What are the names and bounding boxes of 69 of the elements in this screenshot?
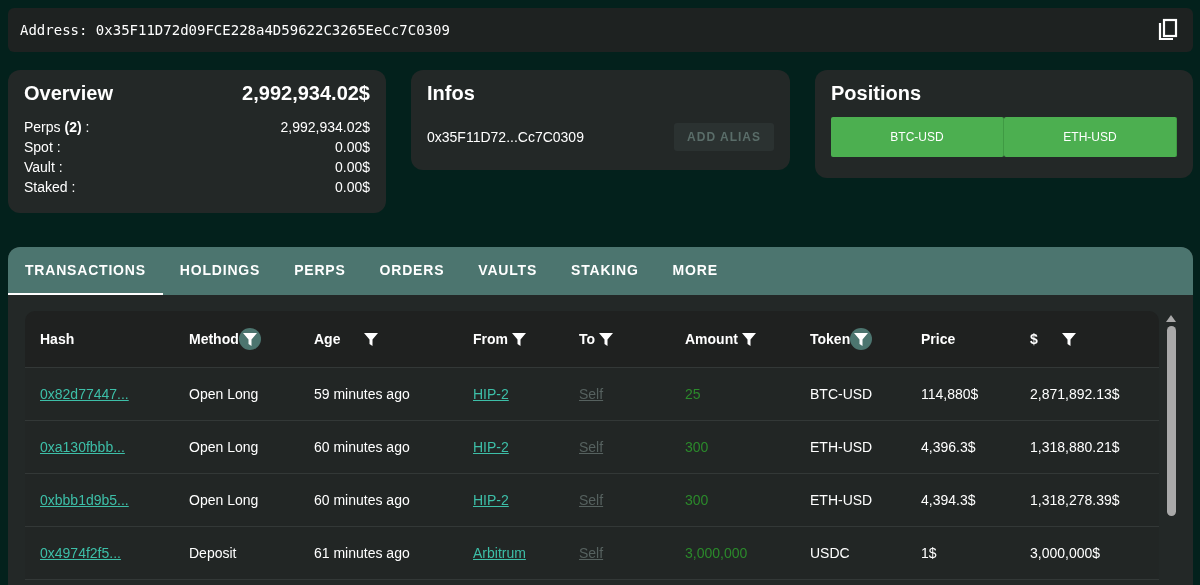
hash-link[interactable]: 0xa130fbbb... <box>40 439 125 455</box>
balance-value: 2,992,934.02$ <box>280 118 370 137</box>
amount-text: 300 <box>685 439 709 455</box>
usd-value-text: 1,318,278.39$ <box>1030 492 1120 508</box>
balance-value: 0.00$ <box>334 138 370 157</box>
position-button[interactable]: BTC-USD <box>831 117 1004 157</box>
column-header: Price <box>921 331 956 347</box>
price-text: 114,880$ <box>921 386 979 402</box>
amount-text: 300 <box>685 492 709 508</box>
from-link[interactable]: HIP-2 <box>473 492 509 508</box>
hash-link[interactable]: 0x82d77447... <box>40 386 129 402</box>
amount-text: 25 <box>685 386 701 402</box>
balance-label: Perps (2) : <box>24 118 90 137</box>
from-link[interactable]: HIP-2 <box>473 386 509 402</box>
token-text: BTC-USD <box>810 386 873 402</box>
column-header: Hash <box>40 331 75 347</box>
tab[interactable]: MORE <box>655 247 735 295</box>
copy-icon[interactable] <box>1157 18 1179 42</box>
age-text: 61 minutes ago <box>314 545 410 561</box>
hash-link[interactable]: 0x4974f2f5... <box>40 545 121 561</box>
column-header: $ <box>1030 331 1038 347</box>
price-text: 4,396.3$ <box>921 439 976 455</box>
balance-label: Vault : <box>24 158 63 177</box>
tab[interactable]: STAKING <box>554 247 656 295</box>
column-header: Age <box>314 331 341 347</box>
price-text: 4,394.3$ <box>921 492 976 508</box>
column-header: From <box>473 331 508 347</box>
filter-icon[interactable] <box>238 328 261 350</box>
tab[interactable]: ORDERS <box>362 247 462 295</box>
card-title: Infos <box>427 82 476 105</box>
short-address: 0x35F11D72...Cc7C0309 <box>427 129 584 145</box>
address-text: Address: 0x35F11D72d09FCE228a4D59622C3265EeCc7C0309 <box>20 22 450 38</box>
balance-value: 0.00$ <box>334 158 370 177</box>
token-text: ETH-USD <box>810 439 873 455</box>
token-text: ETH-USD <box>810 492 873 508</box>
balance-value: 0.00$ <box>334 178 370 197</box>
total-value: 2,992,934.02$ <box>242 82 370 105</box>
age-text: 60 minutes ago <box>314 492 410 508</box>
filter-icon[interactable] <box>850 328 873 350</box>
scroll-up-icon[interactable] <box>1166 315 1176 322</box>
age-text: 59 minutes ago <box>314 386 410 402</box>
amount-text: 3,000,000 <box>685 545 748 561</box>
method-text: Open Long <box>189 386 259 402</box>
column-header: To <box>579 331 596 347</box>
card-title: Positions <box>831 82 922 105</box>
usd-value-text: 1,318,880.21$ <box>1030 439 1120 455</box>
column-header: Amount <box>685 331 738 347</box>
usd-value-text: 2,871,892.13$ <box>1030 386 1120 402</box>
method-text: Deposit <box>189 545 237 561</box>
column-header: Method <box>189 331 239 347</box>
balance-label: Spot : <box>24 138 61 157</box>
tab[interactable]: TRANSACTIONS <box>8 247 163 295</box>
tab[interactable]: HOLDINGS <box>162 247 278 295</box>
scrollbar-thumb[interactable] <box>1166 326 1176 516</box>
card-title: Overview <box>24 82 113 105</box>
age-text: 60 minutes ago <box>314 439 410 455</box>
method-text: Open Long <box>189 492 259 508</box>
tab[interactable]: PERPS <box>277 247 363 295</box>
tab[interactable]: VAULTS <box>461 247 555 295</box>
from-link[interactable]: Arbitrum <box>473 545 526 561</box>
from-link[interactable]: HIP-2 <box>473 439 509 455</box>
token-text: USDC <box>810 545 850 561</box>
price-text: 1$ <box>921 545 937 561</box>
balance-label: Staked : <box>24 178 76 197</box>
position-button[interactable]: ETH-USD <box>1004 117 1177 157</box>
usd-value-text: 3,000,000$ <box>1030 545 1101 561</box>
column-header: Token <box>810 331 851 347</box>
hash-link[interactable]: 0xbbb1d9b5... <box>40 492 129 508</box>
method-text: Open Long <box>189 439 259 455</box>
